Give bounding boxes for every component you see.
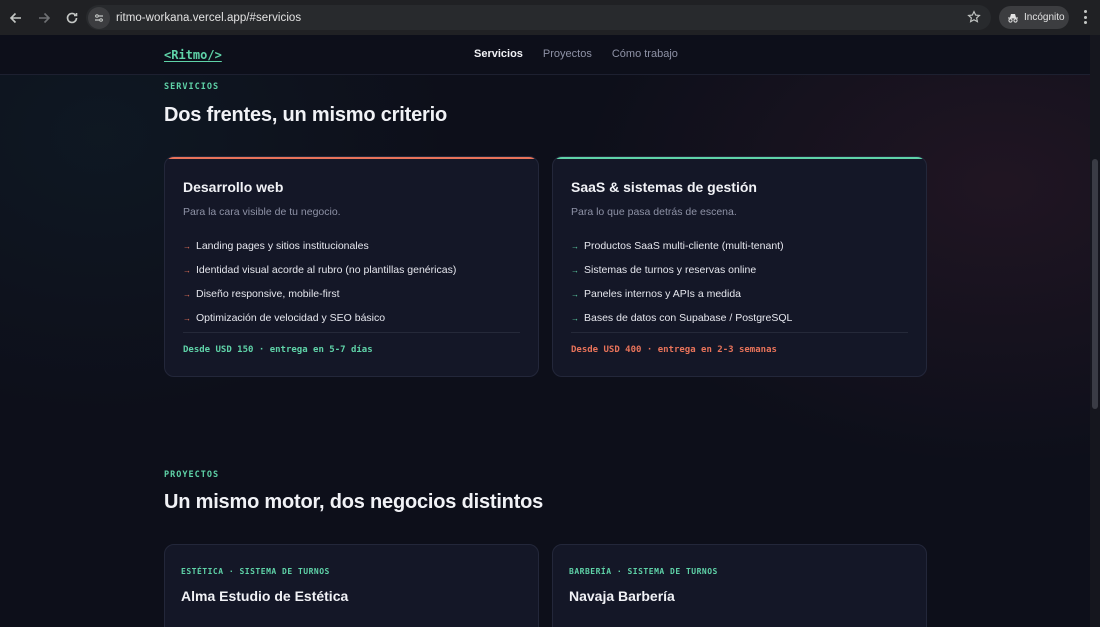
arrow-right-icon: → — [183, 241, 191, 251]
list-item: → Paneles internos y APIs a medida — [571, 288, 742, 300]
section-eyebrow-proyectos: PROYECTOS — [164, 470, 220, 480]
project-title: Navaja Barbería — [569, 588, 675, 604]
incognito-icon — [1008, 13, 1018, 23]
divider — [571, 332, 908, 333]
project-tag: ESTÉTICA · SISTEMA DE TURNOS — [181, 567, 330, 576]
page-scrollbar[interactable] — [1090, 35, 1100, 627]
nav-link-proyectos[interactable]: Proyectos — [543, 48, 592, 60]
page-viewport: <Ritmo/> Servicios Proyectos Cómo trabaj… — [0, 35, 1090, 627]
arrow-right-icon: → — [571, 265, 579, 275]
bookmark-star-icon[interactable] — [967, 10, 981, 24]
arrow-right-icon — [39, 12, 51, 23]
project-title: Alma Estudio de Estética — [181, 588, 349, 604]
section-title-proyectos: Un mismo motor, dos negocios distintos — [164, 491, 544, 513]
reload-button[interactable] — [59, 5, 85, 31]
project-card-navaja[interactable]: BARBERÍA · SISTEMA DE TURNOS Navaja Barb… — [552, 544, 927, 627]
list-item: → Identidad visual acorde al rubro (no pl… — [183, 264, 457, 276]
section-eyebrow-servicios: SERVICIOS — [164, 82, 220, 92]
project-card-alma[interactable]: ESTÉTICA · SISTEMA DE TURNOS Alma Estudi… — [164, 544, 539, 627]
list-item: → Bases de datos con Supabase / PostgreSQ… — [571, 312, 793, 324]
main-nav: Servicios Proyectos Cómo trabajo — [474, 48, 678, 60]
incognito-label: Incógnito — [1024, 12, 1065, 23]
tune-icon — [95, 13, 103, 22]
reload-icon — [66, 12, 78, 23]
service-subtitle: Para la cara visible de tu negocio. — [183, 206, 341, 218]
service-card-web: Desarrollo web Para la cara visible de t… — [164, 156, 539, 377]
card-accent-bar — [553, 157, 926, 159]
arrow-right-icon: → — [571, 289, 579, 299]
list-item: → Sistemas de turnos y reservas online — [571, 264, 757, 276]
list-item: → Landing pages y sitios institucionales — [183, 240, 369, 252]
browser-toolbar: ritmo-workana.vercel.app/#servicios Incó… — [0, 0, 1100, 35]
arrow-right-icon: → — [571, 313, 579, 323]
incognito-badge[interactable]: Incógnito — [999, 6, 1069, 29]
service-feature-list: → Productos SaaS multi-cliente (multi-ten… — [571, 234, 792, 330]
forward-button[interactable] — [31, 5, 57, 31]
site-header: <Ritmo/> Servicios Proyectos Cómo trabaj… — [0, 35, 1090, 75]
nav-link-servicios[interactable]: Servicios — [474, 48, 523, 60]
list-item: → Diseño responsive, mobile-first — [183, 288, 340, 300]
scrollbar-thumb[interactable] — [1092, 159, 1098, 409]
service-title: SaaS & sistemas de gestión — [571, 179, 757, 195]
project-tag: BARBERÍA · SISTEMA DE TURNOS — [569, 567, 718, 576]
list-item: → Productos SaaS multi-cliente (multi-ten… — [571, 240, 784, 252]
browser-menu-icon[interactable] — [1079, 9, 1091, 25]
service-price: Desde USD 150 · entrega en 5-7 días — [183, 345, 373, 355]
divider — [183, 332, 520, 333]
nav-link-como-trabajo[interactable]: Cómo trabajo — [612, 48, 678, 60]
service-title: Desarrollo web — [183, 179, 284, 195]
url-text[interactable]: ritmo-workana.vercel.app/#servicios — [116, 12, 301, 24]
arrow-left-icon — [9, 12, 21, 23]
list-item: → Optimización de velocidad y SEO básico — [183, 312, 386, 324]
arrow-right-icon: → — [183, 289, 191, 299]
service-feature-list: → Landing pages y sitios institucionales … — [183, 234, 456, 330]
service-price: Desde USD 400 · entrega en 2-3 semanas — [571, 345, 777, 355]
arrow-right-icon: → — [571, 241, 579, 251]
arrow-right-icon: → — [183, 265, 191, 275]
card-accent-bar — [165, 157, 538, 159]
service-subtitle: Para lo que pasa detrás de escena. — [571, 206, 737, 218]
back-button[interactable] — [3, 5, 29, 31]
service-card-saas: SaaS & sistemas de gestión Para lo que p… — [552, 156, 927, 377]
site-logo[interactable]: <Ritmo/> — [164, 48, 222, 62]
section-title-servicios: Dos frentes, un mismo criterio — [164, 104, 447, 126]
site-info-button[interactable] — [88, 6, 110, 29]
arrow-right-icon: → — [183, 313, 191, 323]
address-bar[interactable]: ritmo-workana.vercel.app/#servicios — [86, 5, 991, 30]
